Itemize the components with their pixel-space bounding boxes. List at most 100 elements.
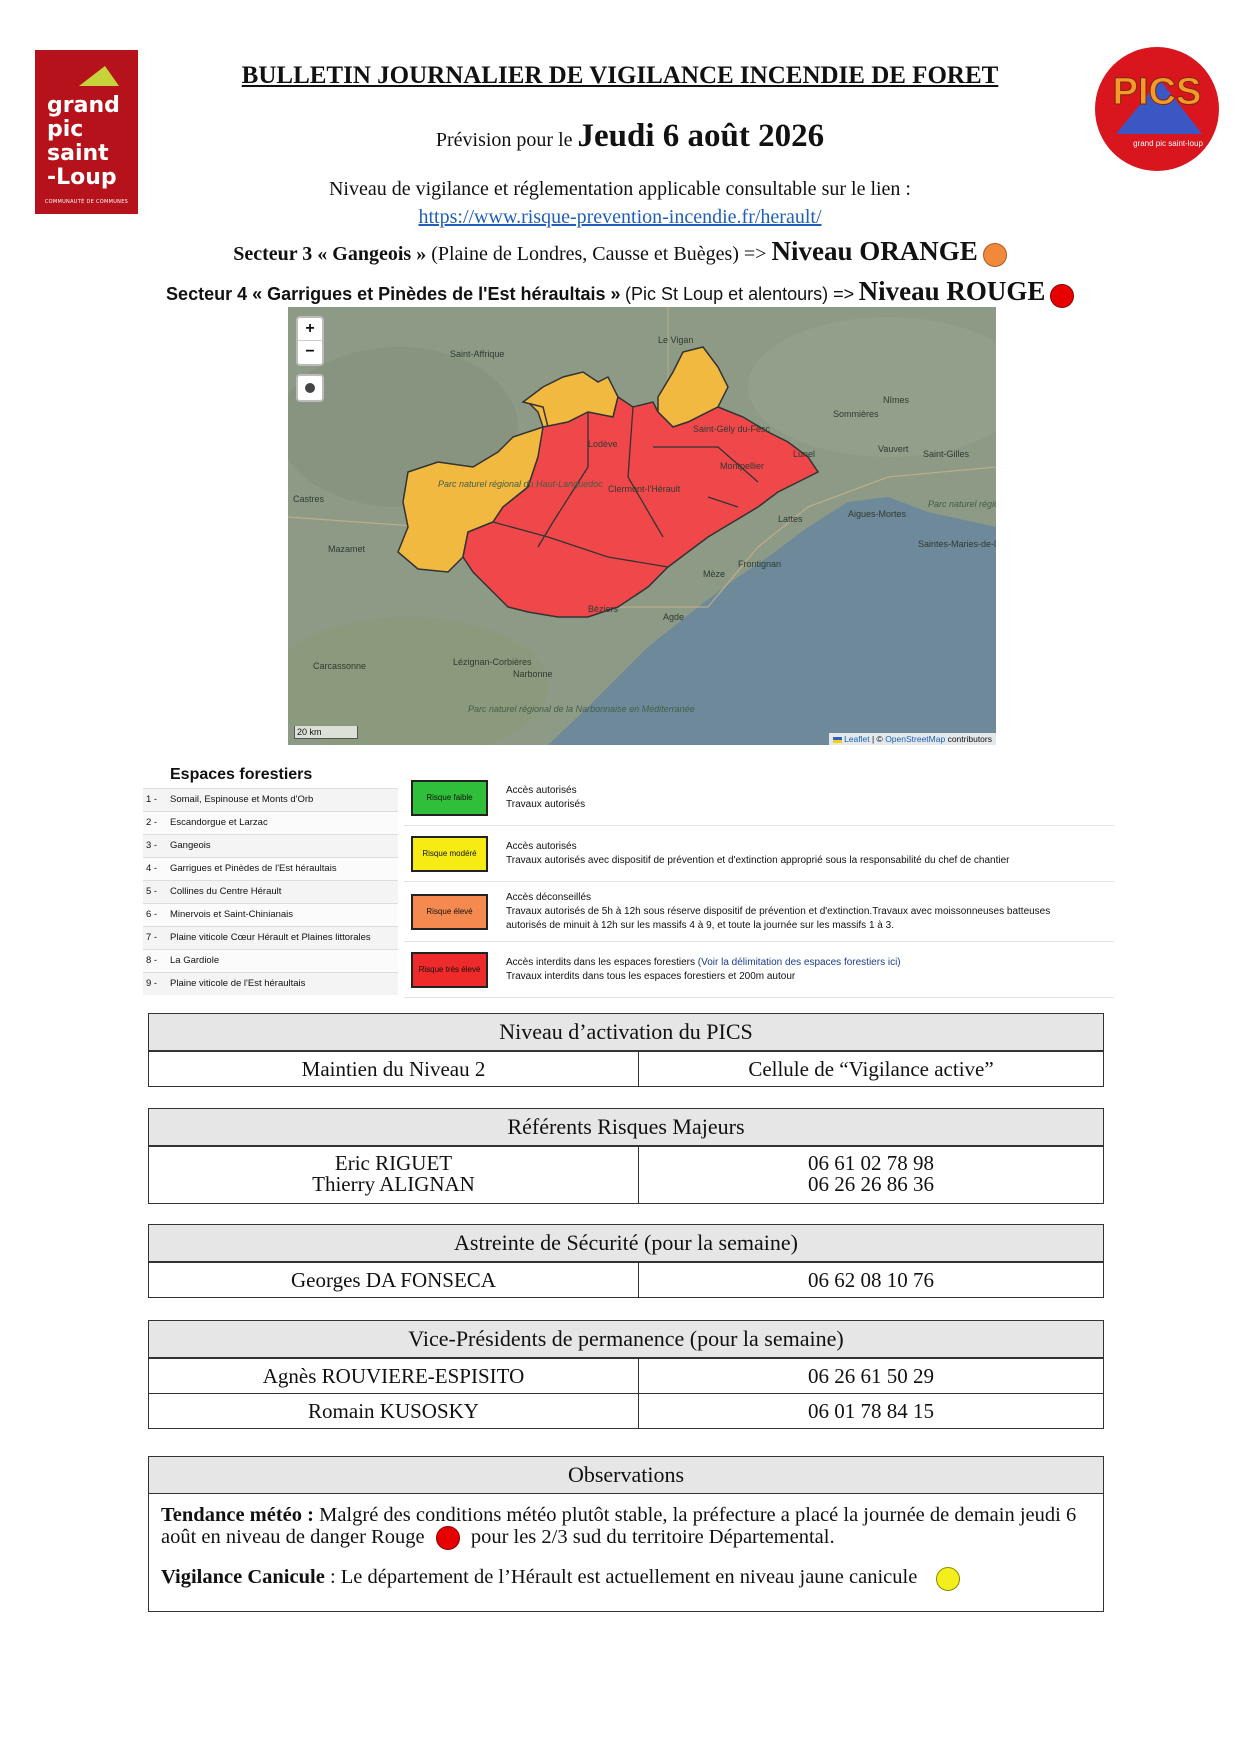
- niveau-text: Niveau de vigilance et réglementation ap…: [328, 178, 911, 200]
- astreinte-table-header: Astreinte de Sécurité (pour la semaine): [149, 1225, 1103, 1262]
- vp-name: Romain KUSOSKY: [149, 1394, 639, 1428]
- risk-eleve-access: Accès déconseillés: [506, 891, 592, 903]
- map-svg: Saint-Affrique Le Vigan Nîmes Sommières …: [268, 307, 1068, 757]
- map-label-vauvert: Vauvert: [878, 444, 909, 454]
- prevision-prefix: Prévision pour le: [435, 129, 573, 151]
- risk-row-eleve: Risque élevé Accès déconseillés Travaux …: [404, 882, 1114, 942]
- pics-level: Maintien du Niveau 2: [149, 1052, 639, 1086]
- observations-table: Observations Tendance météo : Malgré des…: [148, 1456, 1104, 1612]
- logo-line-1: grand: [47, 93, 120, 118]
- risk-modere-works: Travaux autorisés avec dispositif de pré…: [506, 854, 1010, 866]
- canicule-paragraph: Vigilance Canicule : Le département de l…: [161, 1566, 1091, 1591]
- map-label-aigues-mortes: Aigues-Mortes: [848, 509, 907, 519]
- map-label-lodeve: Lodève: [588, 439, 618, 449]
- astreinte-table: Astreinte de Sécurité (pour la semaine) …: [148, 1224, 1104, 1298]
- risk-row-faible: Risque faible Accès autorisés Travaux au…: [404, 770, 1114, 826]
- leaflet-link[interactable]: Leaflet: [844, 734, 870, 744]
- pics-logo-small: grand pic saint-loup: [1133, 139, 1203, 148]
- scale-bar: 20 km: [294, 726, 358, 739]
- map-attribution: Leaflet | © OpenStreetMap contributors: [828, 733, 996, 745]
- referent-name: Thierry ALIGNAN: [312, 1172, 475, 1196]
- astreinte-phone: 06 62 08 10 76: [808, 1268, 934, 1292]
- legend-item: 8 - La Gardiole: [143, 949, 398, 972]
- red-level-dot: [1049, 283, 1074, 308]
- bulletin-title: BULLETIN JOURNALIER DE VIGILANCE INCENDI…: [241, 62, 999, 89]
- referents-table-header: Référents Risques Majeurs: [149, 1109, 1103, 1146]
- forest-delimitation-link[interactable]: (Voir la délimitation des espaces forest…: [698, 957, 901, 968]
- map-label-parc-camargue: Parc naturel régional de Camargue: [928, 499, 996, 509]
- sector-4-line: Secteur 4 « Garrigues et Pinèdes de l'Es…: [80, 276, 1160, 308]
- risk-faible-works: Travaux autorisés: [506, 798, 586, 810]
- vp-phone: 06 26 61 50 29: [808, 1364, 934, 1388]
- pics-table-header: Niveau d’activation du PICS: [149, 1014, 1103, 1051]
- map-label-saint-gely: Saint-Gély du-Fesc: [693, 424, 771, 434]
- sector-4-label: Secteur 4 « Garrigues et Pinèdes de l'Es…: [166, 284, 621, 304]
- meteo-paragraph: Tendance météo : Malgré des conditions m…: [161, 1504, 1091, 1551]
- risk-row-modere: Risque modéré Accès autorisés Travaux au…: [404, 826, 1114, 882]
- zoom-out-button[interactable]: −: [298, 341, 322, 363]
- canicule-label: Vigilance Canicule: [161, 1566, 325, 1589]
- sector-3-level: Niveau ORANGE: [771, 236, 978, 266]
- observations-header: Observations: [149, 1457, 1103, 1494]
- map-label-saint-affrique: Saint-Affrique: [450, 349, 504, 359]
- mountain-icon: [79, 66, 119, 86]
- zoom-control: + −: [296, 316, 324, 366]
- sector-3-line: Secteur 3 « Gangeois » (Plaine de Londre…: [120, 236, 1120, 268]
- red-danger-dot: [435, 1526, 460, 1551]
- sector-3-detail: (Plaine de Londres, Causse et Buèges) =>: [431, 243, 767, 265]
- legend-item: 2 - Escandorgue et Larzac: [143, 811, 398, 834]
- yellow-canicule-dot: [936, 1566, 961, 1591]
- legend-item: 5 - Collines du Centre Hérault: [143, 880, 398, 903]
- map-label-lattes: Lattes: [778, 514, 803, 524]
- map-label-mazamet: Mazamet: [328, 544, 366, 554]
- risk-eleve-works: Travaux autorisés de 5h à 12h sous réser…: [506, 905, 1051, 917]
- sector-4-detail: (Pic St Loup et alentours) =>: [625, 284, 855, 304]
- map-label-lunel: Lunel: [793, 449, 815, 459]
- table-row: Maintien du Niveau 2 Cellule de “Vigilan…: [149, 1051, 1103, 1086]
- table-row: Eric RIGUET Thierry ALIGNAN 06 61 02 78 …: [149, 1146, 1103, 1203]
- attribution-separator: | ©: [871, 734, 883, 744]
- legend-title: Espaces forestiers: [170, 766, 313, 783]
- osm-link[interactable]: OpenStreetMap: [885, 734, 945, 744]
- map-label-saintes-maries: Saintes-Maries-de-la-Mer: [918, 539, 996, 549]
- map-label-saint-gilles: Saint-Gilles: [923, 449, 970, 459]
- zoom-in-button[interactable]: +: [298, 318, 322, 341]
- table-row: Romain KUSOSKY 06 01 78 84 15: [149, 1393, 1103, 1428]
- map-label-beziers: Béziers: [588, 604, 619, 614]
- meteo-label: Tendance météo :: [161, 1504, 314, 1526]
- legend-item: 9 - Plaine viticole de l'Est héraultais: [143, 972, 398, 995]
- locate-button[interactable]: [296, 374, 324, 402]
- risk-box-modere: Risque modéré: [411, 835, 488, 872]
- table-row: Georges DA FONSECA 06 62 08 10 76: [149, 1262, 1103, 1297]
- risk-tres-eleve-works: Travaux interdits dans tous les espaces …: [506, 970, 796, 982]
- ukraine-flag-icon: [832, 736, 842, 743]
- vp-phone: 06 01 78 84 15: [808, 1399, 934, 1423]
- vp-name: Agnès ROUVIERE-ESPISITO: [149, 1359, 639, 1393]
- map-label-nimes: Nîmes: [883, 395, 910, 405]
- legend-item: 1 - Somail, Espinouse et Monts d'Orb: [143, 788, 398, 811]
- legend-item: 3 - Gangeois: [143, 834, 398, 857]
- risk-prevention-link[interactable]: https://www.risque-prevention-incendie.f…: [200, 206, 1040, 229]
- pics-logo: PICS grand pic saint-loup: [1094, 46, 1220, 172]
- logo-line-2: pic: [47, 117, 84, 142]
- map-label-carcassonne: Carcassonne: [313, 661, 366, 671]
- risk-box-eleve: Risque élevé: [411, 893, 488, 930]
- sector-3-label: Secteur 3 « Gangeois »: [233, 243, 427, 265]
- referent-phone: 06 61 02 78 98: [808, 1151, 934, 1175]
- forest-areas-legend: Espaces forestiers 1 - Somail, Espinouse …: [143, 762, 398, 995]
- risk-eleve-works-2: autorisés de minuit à 12h sur les massif…: [506, 919, 894, 931]
- risk-tres-eleve-access: Accès interdits dans les espaces foresti…: [506, 956, 695, 968]
- astreinte-name: Georges DA FONSECA: [149, 1263, 639, 1297]
- map-label-meze: Mèze: [703, 569, 725, 579]
- grand-pic-saint-loup-logo: grand pic saint -Loup COMMUNAUTÉ DE COMM…: [35, 50, 138, 214]
- vigilance-map[interactable]: Saint-Affrique Le Vigan Nîmes Sommières …: [268, 307, 1068, 757]
- risk-modere-access: Accès autorisés: [506, 840, 577, 852]
- forecast-date: Jeudi 6 août 2026: [577, 118, 825, 154]
- legend-item: 4 - Garrigues et Pinèdes de l'Est hérault…: [143, 857, 398, 880]
- map-label-frontignan: Frontignan: [738, 559, 781, 569]
- pics-activation-table: Niveau d’activation du PICS Maintien du …: [148, 1013, 1104, 1087]
- canicule-text: : Le département de l’Hérault est actuel…: [329, 1566, 918, 1589]
- vice-presidents-table: Vice-Présidents de permanence (pour la s…: [148, 1320, 1104, 1429]
- map-label-castres: Castres: [293, 494, 325, 504]
- referents-table: Référents Risques Majeurs Eric RIGUET Th…: [148, 1108, 1104, 1204]
